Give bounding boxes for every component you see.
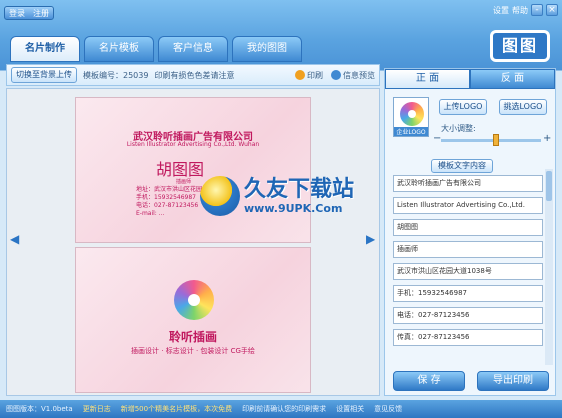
switch-side-button[interactable]: 切换至背景上传 [11,67,77,83]
feedback-link[interactable]: 意见反馈 [374,404,402,414]
print-tip: 印刷有损色色差请注意 [154,70,235,80]
card-front-preview[interactable]: 武汉聆听插画广告有限公司 Listen Illustrator Advertis… [75,97,311,243]
watermark: 久友下载站 www.9UPK.Com [200,176,354,216]
slider-thumb[interactable] [492,134,499,146]
flower-logo-icon [174,280,214,320]
news-link-2[interactable]: 印刷前请确认您的印刷需求 [242,404,326,414]
next-arrow-icon[interactable]: ▶ [366,232,376,246]
scrollbar-thumb[interactable] [546,171,552,201]
tab-back[interactable]: 反 面 [470,69,555,89]
minimize-button[interactable]: - [531,4,543,16]
pick-logo-button[interactable]: 挑选LOGO [499,99,547,115]
card-back-preview[interactable]: 聆听插画 插画设计 · 标志设计 · 包装设计 CG手绘 [75,247,311,393]
print-icon [295,70,305,80]
logo-caption: 企业LOGO [394,127,428,136]
main-tabs: 名片制作 名片模板 客户信息 我的图图 [10,36,302,62]
watermark-text-group: 久友下载站 www.9UPK.Com [244,176,355,215]
watermark-title: 久友下载站 [244,176,355,202]
preview-icon [331,70,341,80]
company-en-field[interactable]: Listen Illustrator Advertising Co.,Ltd. [393,197,543,214]
card-canvas: 武汉聆听插画广告有限公司 Listen Illustrator Advertis… [6,88,380,396]
settings-status-link[interactable]: 设置相关 [336,404,364,414]
card-company-en: Listen Illustrator Advertising Co.,Ltd. … [126,141,260,148]
mobile-field[interactable]: 手机：15932546987 [393,285,543,302]
card-person-name: 胡图图 [156,160,205,179]
toolbar-actions: 印刷 信息预览 [295,70,375,81]
system-menu: 设置 帮助 - × [493,4,558,16]
prev-arrow-icon[interactable]: ◀ [10,232,20,246]
app-window: 登录 注册 设置 帮助 - × 名片制作 名片模板 客户信息 我的图图 图图 切… [0,0,562,418]
card-role: 插画师 [176,179,192,185]
tab-my-tutu[interactable]: 我的图图 [232,36,302,62]
app-logo: 图图 [490,30,550,62]
size-slider[interactable] [441,134,541,146]
login-button[interactable]: 登录 [5,7,29,19]
update-log-link[interactable]: 更新日志 [83,404,111,414]
template-number: 模板编号：25039 [83,70,149,80]
role-field[interactable]: 插画师 [393,241,543,258]
fax-field[interactable]: 传真：027-87123456 [393,329,543,346]
print-label: 印刷 [307,70,323,80]
tab-front[interactable]: 正 面 [385,69,470,89]
titlebar: 登录 注册 设置 帮助 - × [0,0,562,22]
news-link-1[interactable]: 新增500个精美名片模板，本次免费 [121,404,232,414]
properties-panel: 正 面 反 面 企业LOGO 上传LOGO 挑选LOGO 大小调整: − + 模… [384,68,556,396]
help-link[interactable]: 帮助 [512,5,528,16]
settings-link[interactable]: 设置 [493,5,509,16]
company-field[interactable]: 武汉聆听插画广告有限公司 [393,175,543,192]
register-button[interactable]: 注册 [29,7,53,19]
name-field[interactable]: 胡图图 [393,219,543,236]
version-text: 图图版本：V1.0beta [6,405,73,413]
globe-icon [200,176,240,216]
tab-card-design[interactable]: 名片制作 [10,36,80,62]
editor-toolbar: 切换至背景上传 模板编号：25039 印刷有损色色差请注意 印刷 信息预览 [6,64,380,86]
card-back-subtitle: 插画设计 · 标志设计 · 包装设计 CG手绘 [131,347,255,355]
export-print-button[interactable]: 导出印刷 [477,371,549,391]
side-tabs: 正 面 反 面 [385,69,555,89]
plus-icon[interactable]: + [543,133,551,144]
logo-thumbnail[interactable]: 企业LOGO [393,97,429,137]
preview-action[interactable]: 信息预览 [331,70,375,81]
login-register-group: 登录 注册 [4,6,54,20]
template-text-button[interactable]: 模板文字内容 [431,159,493,173]
print-action[interactable]: 印刷 [295,70,323,81]
close-button[interactable]: × [546,4,558,16]
upload-logo-button[interactable]: 上传LOGO [439,99,487,115]
status-bar: 图图版本：V1.0beta 更新日志 新增500个精美名片模板，本次免费 印刷前… [0,400,562,418]
flower-logo-icon [400,102,424,126]
card-back-title: 聆听插画 [168,330,217,344]
tab-card-templates[interactable]: 名片模板 [84,36,154,62]
panel-actions: 保 存 导出印刷 [393,371,549,391]
text-fields: 武汉聆听插画广告有限公司 Listen Illustrator Advertis… [393,175,543,351]
size-label: 大小调整: [441,124,476,133]
address-field[interactable]: 武汉市洪山区花园大道1038号 [393,263,543,280]
save-button[interactable]: 保 存 [393,371,465,391]
preview-label: 信息预览 [343,70,375,80]
phone-field[interactable]: 电话：027-87123456 [393,307,543,324]
fields-scrollbar[interactable] [545,169,553,365]
watermark-url: www.9UPK.Com [244,201,343,215]
tab-customer-info[interactable]: 客户信息 [158,36,228,62]
